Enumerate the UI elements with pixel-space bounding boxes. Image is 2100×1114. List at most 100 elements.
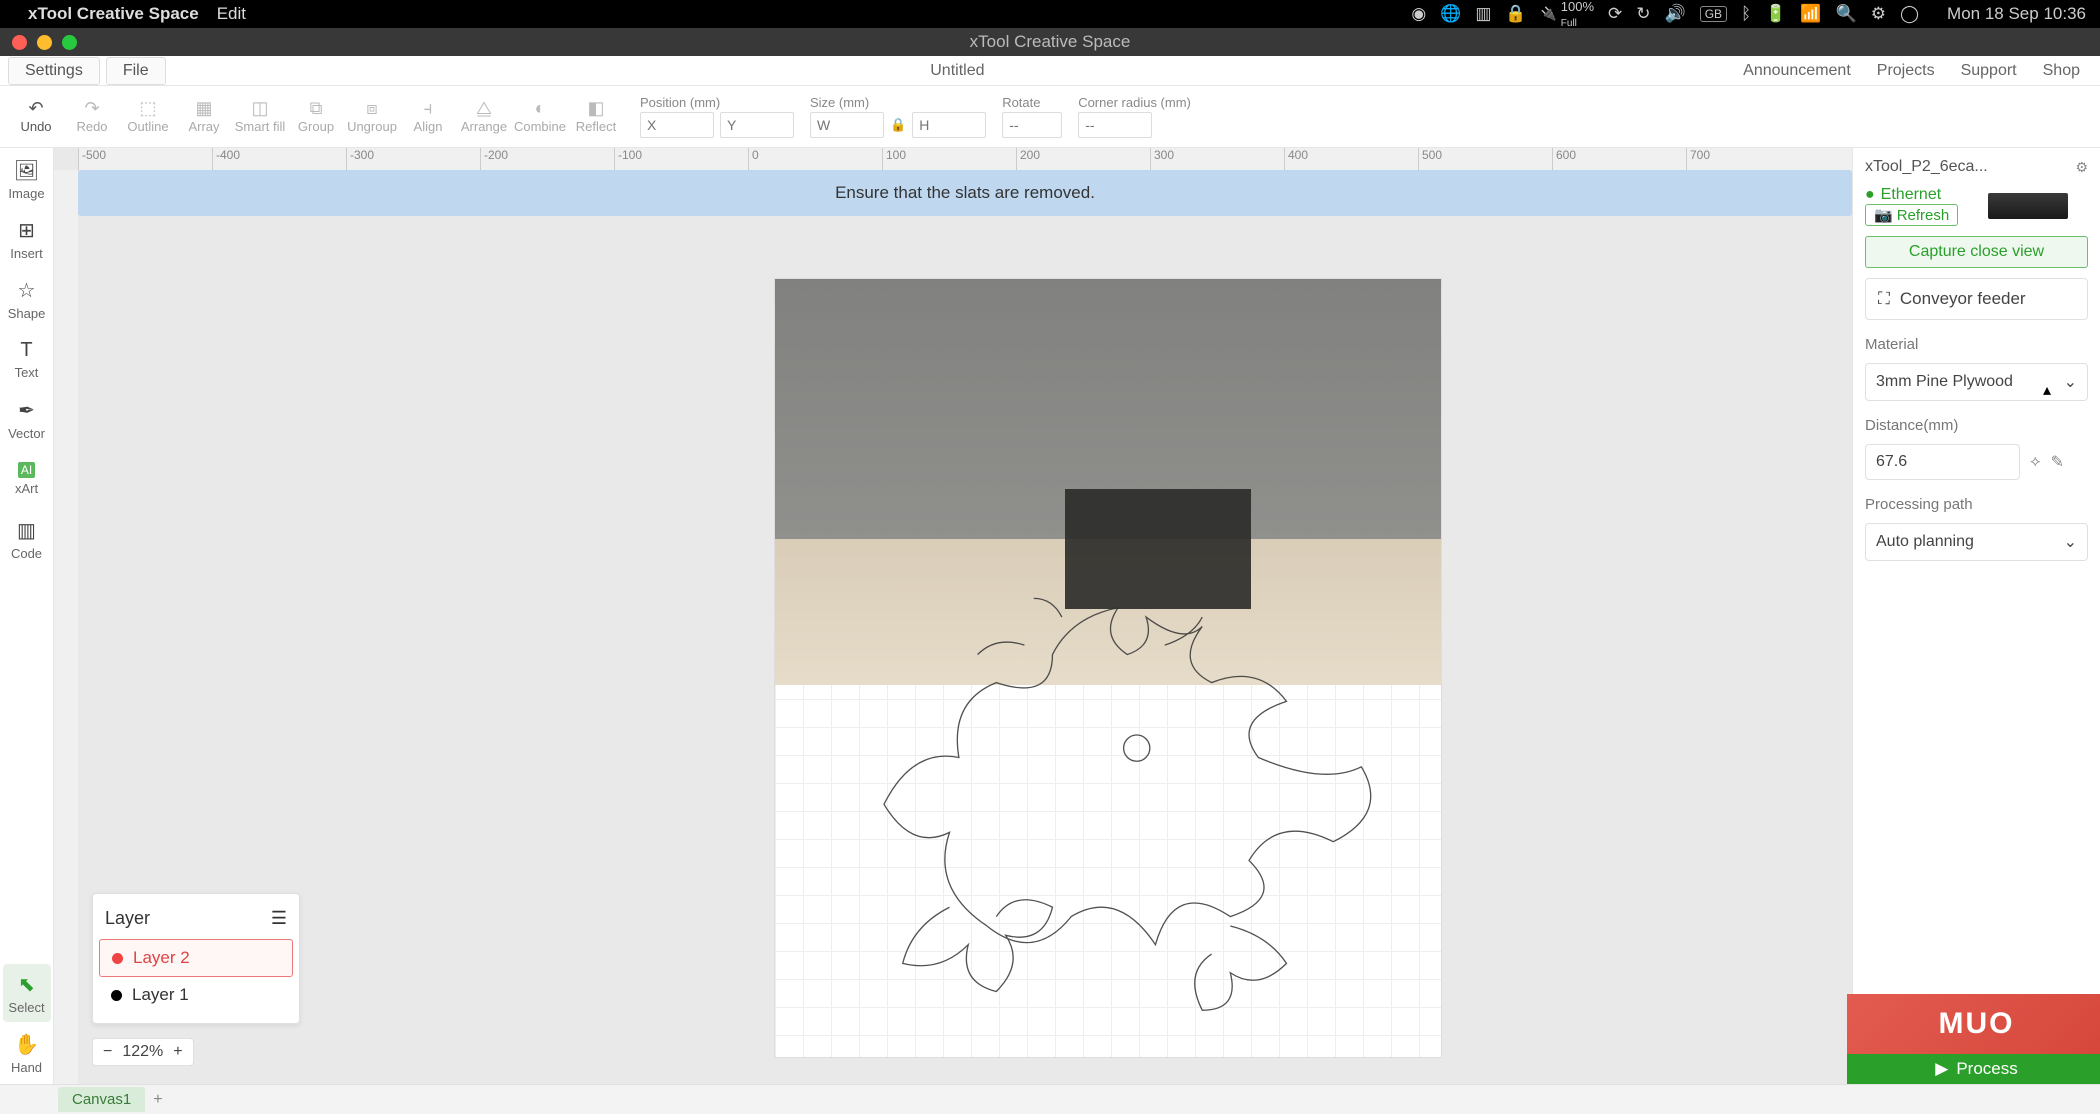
record-icon[interactable]: ◉ [1411,4,1426,24]
outline-button[interactable]: ⬚Outline [120,89,176,145]
capture-close-view-button[interactable]: Capture close view [1865,236,2088,268]
document-title[interactable]: Untitled [172,62,1744,80]
lock-aspect-icon[interactable]: 🔒 [890,117,906,133]
align-button[interactable]: ⫞Align [400,89,456,145]
muo-watermark: MUO [1847,994,2100,1054]
material-label: Material [1865,336,2088,353]
layer-name: Layer 1 [132,985,189,1005]
corner-input[interactable] [1078,112,1152,138]
device-name[interactable]: xTool_P2_6eca... [1865,158,1988,176]
layer-row-2[interactable]: Layer 2 [99,939,293,977]
menubar-app-name[interactable]: xTool Creative Space [28,4,199,24]
outline-icon: ⬚ [139,99,156,117]
window-minimize-button[interactable] [37,35,52,50]
artboard[interactable] [774,278,1442,1058]
settings-button[interactable]: Settings [8,57,100,85]
globe-icon[interactable]: 🌐 [1440,4,1461,24]
autofocus-icon[interactable]: ⟡ [2030,453,2041,471]
play-icon: ▶ [1935,1059,1948,1079]
support-link[interactable]: Support [1961,62,2017,80]
array-button[interactable]: ▦Array [176,89,232,145]
zoom-control[interactable]: − 122% + [92,1038,194,1066]
spotlight-icon[interactable]: 🔍 [1836,4,1857,24]
announcement-link[interactable]: Announcement [1743,62,1851,80]
mode-selector[interactable]: ⛶ Conveyor feeder [1865,278,2088,320]
bluetooth-icon[interactable]: ᛒ [1741,4,1751,24]
align-icon: ⫞ [424,99,433,117]
hand-tool[interactable]: ✋Hand [3,1024,51,1082]
siri-icon[interactable]: ◯ [1900,4,1919,24]
google-drive-icon[interactable]: ▥ [1475,4,1491,24]
projects-link[interactable]: Projects [1877,62,1935,80]
menubar-edit[interactable]: Edit [217,4,246,24]
rotate-label: Rotate [1002,95,1062,110]
edit-icon[interactable]: ✎ [2051,452,2064,472]
text-tool[interactable]: TText [3,330,51,388]
refresh-button[interactable]: 📷Refresh [1865,204,1958,226]
material-value: 3mm Pine Plywood [1876,373,2013,391]
size-w-input[interactable] [810,112,884,138]
rotate-input[interactable] [1002,112,1062,138]
code-tool[interactable]: ▥Code [3,510,51,568]
vector-tool[interactable]: ✒Vector [3,390,51,448]
canvas-tab-1[interactable]: Canvas1 [58,1087,145,1112]
right-panel: xTool_P2_6eca... ⚙ ●Ethernet 📷Refresh Ca… [1852,148,2100,1084]
main-toolbar: ↶Undo ↷Redo ⬚Outline ▦Array ◫Smart fill … [0,86,2100,148]
lock-icon[interactable]: 🔒 [1505,4,1526,24]
undo-button[interactable]: ↶Undo [8,89,64,145]
rotate-fields: Rotate [1002,95,1062,138]
volume-icon[interactable]: 🔊 [1665,4,1686,24]
window-close-button[interactable] [12,35,27,50]
code-icon: ▥ [17,518,36,543]
smartfill-button[interactable]: ◫Smart fill [232,89,288,145]
select-tool[interactable]: ⬉Select [3,964,51,1022]
menubar-clock: Mon 18 Sep 10:36 [1947,4,2086,24]
size-h-input[interactable] [912,112,986,138]
position-label: Position (mm) [640,95,794,110]
shape-tool[interactable]: ☆Shape [3,270,51,328]
sync-icon[interactable]: ⟳ [1608,4,1622,24]
image-tool[interactable]: 🖼Image [3,150,51,208]
arrange-icon: ⧋ [476,99,492,117]
group-button[interactable]: ⧉Group [288,89,344,145]
pos-y-input[interactable] [720,112,794,138]
select-icon: ⬉ [18,972,35,997]
process-button[interactable]: ▶ Process [1847,1054,2100,1084]
mac-menubar: xTool Creative Space Edit ◉ 🌐 ▥ 🔒 🔌 100%… [0,0,2100,28]
shop-link[interactable]: Shop [2043,62,2080,80]
reflect-button[interactable]: ◧Reflect [568,89,624,145]
refresh-icon[interactable]: ↻ [1636,4,1650,24]
design-artwork[interactable] [805,589,1431,1057]
canvas-area[interactable]: -500-400 -300-200 -1000 100200 300400 50… [54,148,1852,1084]
material-select[interactable]: 3mm Pine Plywood ⌄ [1865,363,2088,401]
chevron-down-icon: ⌄ [2064,372,2077,392]
array-icon: ▦ [195,99,212,117]
smartfill-icon: ◫ [251,99,268,117]
path-select[interactable]: Auto planning ⌄ [1865,523,2088,561]
device-settings-icon[interactable]: ⚙ [2075,159,2088,176]
window-zoom-button[interactable] [62,35,77,50]
add-canvas-button[interactable]: + [153,1091,162,1109]
layer-row-1[interactable]: Layer 1 [99,977,293,1013]
battery-indicator[interactable]: 🔌 100%Full [1541,0,1594,29]
arrange-button[interactable]: ⧋Arrange [456,89,512,145]
redo-button[interactable]: ↷Redo [64,89,120,145]
zoom-in-button[interactable]: + [173,1043,182,1061]
combine-button[interactable]: ◐Combine [512,89,568,145]
file-button[interactable]: File [106,57,166,85]
input-source[interactable]: GB [1700,6,1727,22]
zoom-out-button[interactable]: − [103,1043,112,1061]
pos-x-input[interactable] [640,112,714,138]
layer-settings-icon[interactable]: ☰ [271,908,287,929]
wifi-icon[interactable]: 📶 [1800,4,1821,24]
text-icon: T [20,339,32,362]
insert-tool[interactable]: ⊞Insert [3,210,51,268]
layer-panel-title: Layer [105,908,150,929]
control-center-icon[interactable]: ⚙ [1871,4,1886,24]
distance-input[interactable] [1865,444,2020,480]
xart-tool[interactable]: AIxArt [3,450,51,508]
ungroup-button[interactable]: ⧈Ungroup [344,89,400,145]
insert-icon: ⊞ [18,218,35,243]
battery-icon[interactable]: 🔋 [1765,4,1786,24]
layer-panel[interactable]: Layer ☰ Layer 2 Layer 1 [92,893,300,1024]
